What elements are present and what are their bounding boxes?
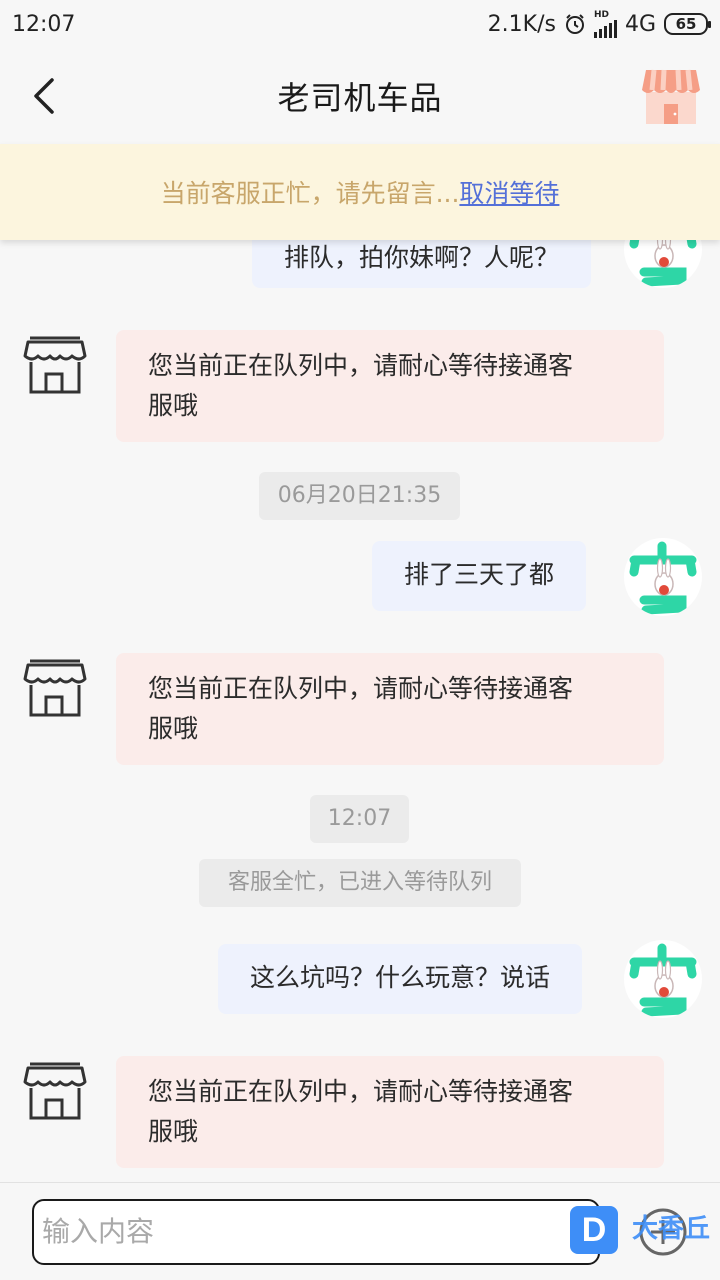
rabbit-avatar-icon bbox=[629, 541, 697, 615]
signal-bars-icon bbox=[593, 19, 617, 38]
timestamp-chip: 12:07 bbox=[310, 795, 409, 843]
storefront-icon[interactable] bbox=[640, 66, 702, 126]
rabbit-avatar-icon bbox=[629, 240, 697, 287]
status-indicators: 2.1K/s HD 4G 65 bbox=[487, 9, 711, 38]
alarm-clock-icon bbox=[565, 14, 584, 34]
message-text-line-1: 您当前正在队列中，请耐心等待接通客 bbox=[148, 674, 574, 703]
message-text: 排队，拍你妹啊？人呢？ bbox=[284, 243, 560, 272]
user-message-bubble: 排队，拍你妹啊？人呢？ bbox=[252, 240, 592, 288]
back-button[interactable] bbox=[22, 70, 66, 122]
status-time: 12:07 bbox=[12, 11, 76, 37]
chat-message-list[interactable]: 排队，拍你妹啊？人呢？ 您当前正在队列中，请耐心等待接通客 服哦 06月20日2… bbox=[0, 240, 720, 1182]
battery-level: 65 bbox=[675, 15, 697, 33]
store-avatar-icon[interactable] bbox=[22, 332, 88, 398]
store-message-bubble: 您当前正在队列中，请耐心等待接通客 服哦 bbox=[116, 1056, 664, 1168]
store-message-bubble: 您当前正在队列中，请耐心等待接通客 服哦 bbox=[116, 653, 664, 765]
page-title: 老司机车品 bbox=[277, 79, 443, 117]
signal-indicator: HD bbox=[593, 9, 617, 38]
user-avatar[interactable] bbox=[624, 240, 702, 288]
message-text: 这么坑吗？什么玩意？说话 bbox=[250, 963, 551, 992]
watermark-logo: D bbox=[570, 1206, 618, 1254]
system-status-chip: 客服全忙，已进入等待队列 bbox=[199, 859, 521, 907]
notice-text: 当前客服正忙，请先留言... bbox=[160, 179, 460, 208]
watermark: D 大香丘 bbox=[568, 1204, 718, 1258]
watermark-text: 大香丘 bbox=[632, 1214, 711, 1244]
message-text-line-2: 服哦 bbox=[148, 391, 199, 420]
user-avatar[interactable] bbox=[624, 538, 702, 616]
store-avatar-icon[interactable] bbox=[22, 655, 88, 721]
chevron-left-icon bbox=[34, 78, 54, 114]
queue-notice-banner: 当前客服正忙，请先留言... 取消等待 bbox=[0, 144, 720, 240]
store-message-bubble: 您当前正在队列中，请耐心等待接通客 服哦 bbox=[116, 330, 664, 442]
message-text-line-1: 您当前正在队列中，请耐心等待接通客 bbox=[148, 1077, 574, 1106]
timestamp-chip: 06月20日21:35 bbox=[259, 472, 460, 520]
message-text-line-2: 服哦 bbox=[148, 1117, 199, 1146]
store-avatar-icon[interactable] bbox=[22, 1058, 88, 1124]
message-text-line-2: 服哦 bbox=[148, 714, 199, 743]
hd-label: HD bbox=[593, 9, 609, 20]
user-message-bubble: 这么坑吗？什么玩意？说话 bbox=[218, 944, 583, 1014]
user-message-bubble: 排了三天了都 bbox=[372, 541, 587, 611]
user-avatar[interactable] bbox=[624, 940, 702, 1018]
status-bar: 12:07 2.1K/s HD 4G 65 bbox=[0, 0, 720, 48]
rabbit-avatar-icon bbox=[629, 943, 697, 1017]
network-type: 4G bbox=[624, 11, 656, 37]
message-input[interactable]: 输入内容 bbox=[32, 1199, 600, 1265]
message-text: 排了三天了都 bbox=[404, 560, 555, 589]
message-text-line-1: 您当前正在队列中，请耐心等待接通客 bbox=[148, 351, 574, 380]
network-speed: 2.1K/s bbox=[487, 11, 556, 37]
navigation-bar: 老司机车品 bbox=[0, 48, 720, 144]
battery-indicator: 65 bbox=[664, 13, 711, 35]
cancel-waiting-link[interactable]: 取消等待 bbox=[459, 174, 559, 210]
